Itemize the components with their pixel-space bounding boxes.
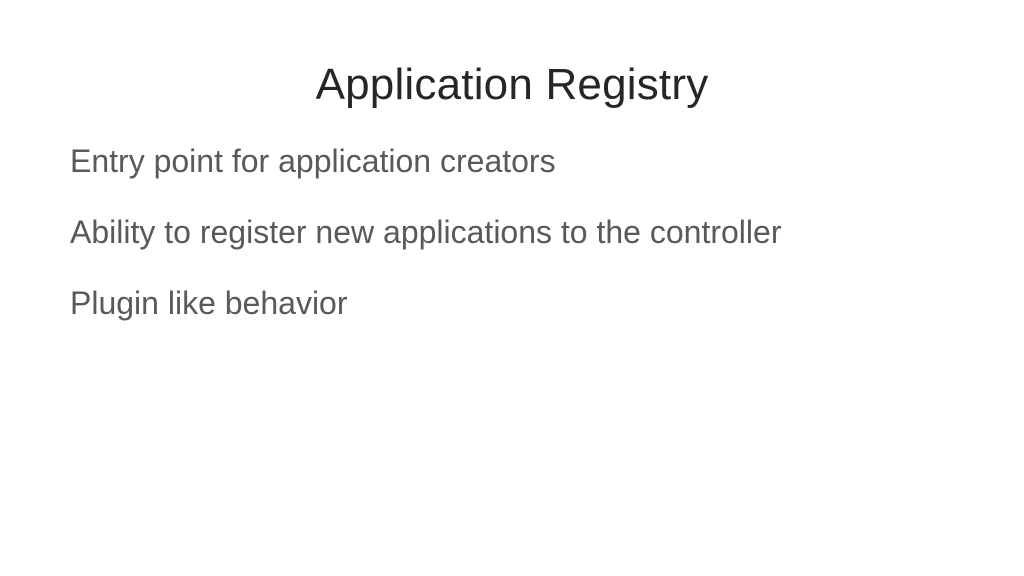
bullet-item: Ability to register new applications to … — [70, 211, 954, 254]
slide-container: Application Registry Entry point for app… — [0, 0, 1024, 576]
bullet-item: Plugin like behavior — [70, 282, 954, 325]
slide-title: Application Registry — [70, 60, 954, 110]
bullet-item: Entry point for application creators — [70, 140, 954, 183]
bullet-list: Entry point for application creators Abi… — [70, 140, 954, 326]
